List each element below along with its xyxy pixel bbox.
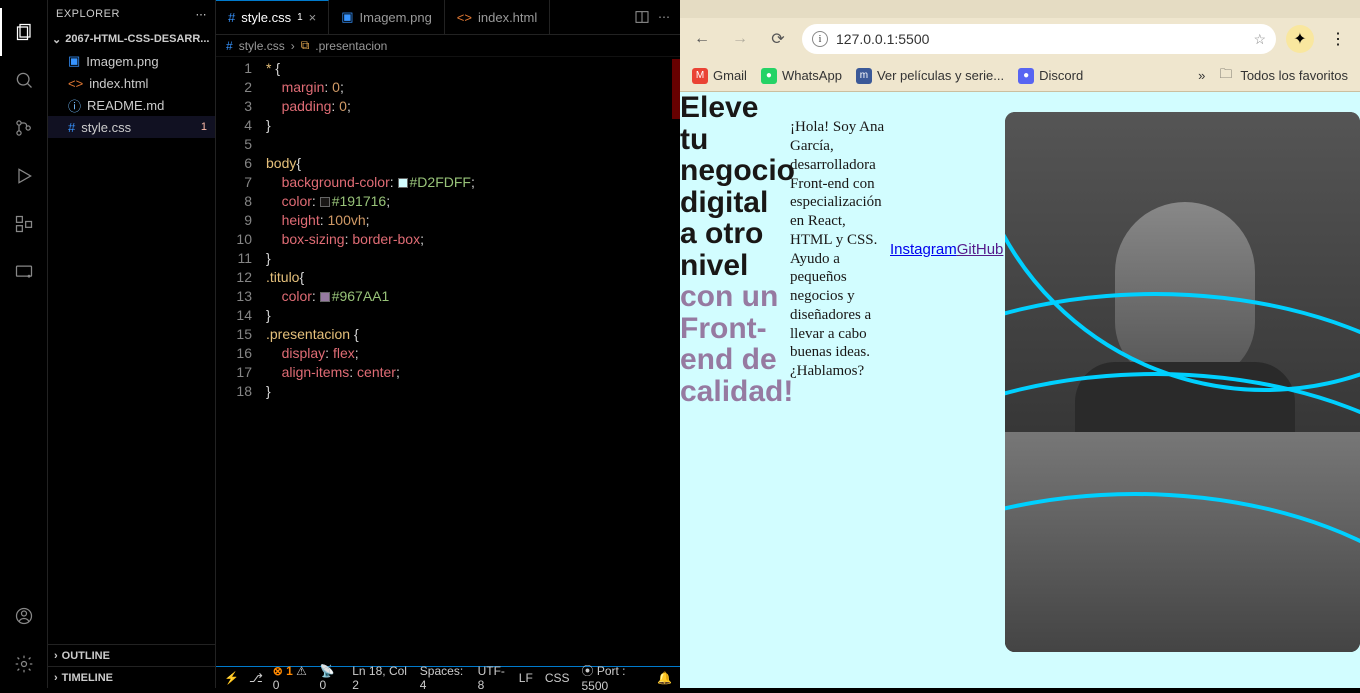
cursor-position[interactable]: Ln 18, Col 2	[352, 664, 408, 692]
tab-style.css[interactable]: #style.css1×	[216, 0, 329, 34]
bookmark-WhatsApp[interactable]: ●WhatsApp	[761, 68, 842, 84]
bookmark-Ver películas y serie...[interactable]: mVer películas y serie...	[856, 68, 1004, 84]
bookmark-Discord[interactable]: ●Discord	[1018, 68, 1083, 84]
bookmarks-overflow-icon[interactable]: »	[1198, 68, 1205, 83]
file-index.html[interactable]: <>index.html	[48, 72, 215, 94]
browser-tabstrip[interactable]	[680, 0, 1360, 18]
source-control-icon[interactable]	[0, 104, 48, 152]
back-button[interactable]: ←	[688, 25, 716, 53]
file-Imagem.png[interactable]: ▣Imagem.png	[48, 50, 215, 72]
file-style.css[interactable]: #style.css1	[48, 116, 215, 138]
remote-status[interactable]: ⚡	[224, 671, 239, 685]
timeline-section[interactable]: ›TIMELINE	[48, 666, 215, 688]
explorer-title: EXPLORER	[56, 8, 120, 20]
explorer-more-icon[interactable]: ⋯	[196, 8, 208, 21]
run-debug-icon[interactable]	[0, 152, 48, 200]
github-link[interactable]: GitHub	[957, 241, 1004, 258]
live-server-status[interactable]: ⦿ Port : 5500	[582, 662, 646, 693]
reload-button[interactable]: ⟳	[764, 25, 792, 53]
chevron-down-icon: ⌄	[52, 33, 61, 46]
problems-status[interactable]: ⊗ 1 ⚠ 0	[273, 664, 310, 692]
encoding-status[interactable]: UTF-8	[478, 664, 507, 692]
page-paragraph: ¡Hola! Soy Ana García, desarrolladora Fr…	[790, 118, 890, 381]
tab-Imagem.png[interactable]: ▣Imagem.png	[329, 0, 445, 34]
explorer-icon[interactable]	[0, 8, 48, 56]
instagram-link[interactable]: Instagram	[890, 241, 957, 258]
bookmark-Gmail[interactable]: MGmail	[692, 68, 747, 84]
title-accent: con un Front-end de calidad!	[680, 280, 793, 408]
page-title: Eleve tu negocio digital a otro nivel co…	[680, 92, 790, 407]
notifications-icon[interactable]: 🔔	[657, 671, 672, 685]
extension-icon[interactable]: ✦	[1286, 25, 1314, 53]
profile-photo	[1005, 112, 1360, 652]
file-README.md[interactable]: ⓘREADME.md	[48, 94, 215, 116]
search-icon[interactable]	[0, 56, 48, 104]
folder-icon: 🗀	[1219, 65, 1232, 87]
more-actions-icon[interactable]: ⋯	[658, 10, 670, 24]
menu-icon[interactable]: ⋮	[1324, 25, 1352, 53]
browser-window: ← → ⟳ i 127.0.0.1:5500 ☆ ✦ ⋮ MGmail ●What…	[680, 0, 1360, 688]
folder-row[interactable]: ⌄ 2067-HTML-CSS-DESARR...	[48, 28, 215, 50]
radio-tower-icon[interactable]: 📡 0	[320, 664, 341, 692]
split-editor-icon[interactable]	[634, 9, 650, 25]
tab-bar: #style.css1×▣Imagem.png<>index.html ⋯	[216, 0, 680, 35]
breadcrumb-file: style.css	[239, 39, 285, 53]
page-links: InstagramGitHub	[890, 241, 1003, 259]
breadcrumb-symbol: .presentacion	[315, 39, 387, 53]
explorer-sidebar: EXPLORER ⋯ ⌄ 2067-HTML-CSS-DESARR... ▣Im…	[48, 0, 216, 688]
extensions-icon[interactable]	[0, 200, 48, 248]
page-viewport[interactable]: Eleve tu negocio digital a otro nivel co…	[680, 92, 1360, 688]
remote-icon[interactable]	[0, 248, 48, 296]
folder-name: 2067-HTML-CSS-DESARR...	[65, 33, 209, 45]
tab-index.html[interactable]: <>index.html	[445, 0, 550, 34]
browser-toolbar: ← → ⟳ i 127.0.0.1:5500 ☆ ✦ ⋮	[680, 18, 1360, 60]
status-bar: ⚡ ⎇ ⊗ 1 ⚠ 0 📡 0 Ln 18, Col 2 Spaces: 4 U…	[216, 666, 680, 688]
git-branch[interactable]: ⎇	[249, 671, 263, 685]
forward-button[interactable]: →	[726, 25, 754, 53]
minimap[interactable]	[630, 59, 680, 666]
indent-status[interactable]: Spaces: 4	[420, 664, 466, 692]
bookmark-star-icon[interactable]: ☆	[1253, 31, 1266, 48]
overview-ruler	[672, 59, 680, 119]
outline-section[interactable]: ›OUTLINE	[48, 644, 215, 666]
vscode-window: EXPLORER ⋯ ⌄ 2067-HTML-CSS-DESARR... ▣Im…	[0, 0, 680, 688]
site-info-icon[interactable]: i	[812, 31, 828, 47]
settings-icon[interactable]	[0, 640, 48, 688]
activity-bar	[0, 0, 48, 688]
close-icon[interactable]: ×	[309, 10, 317, 25]
url-bar[interactable]: i 127.0.0.1:5500 ☆	[802, 24, 1276, 54]
breadcrumb[interactable]: # style.css › ⧉ .presentacion	[216, 35, 680, 57]
editor-area: #style.css1×▣Imagem.png<>index.html ⋯ # …	[216, 0, 680, 688]
bookmarks-bar: MGmail ●WhatsApp mVer películas y serie...…	[680, 60, 1360, 92]
url-text: 127.0.0.1:5500	[836, 31, 929, 47]
language-status[interactable]: CSS	[545, 671, 570, 685]
all-bookmarks[interactable]: Todos los favoritos	[1240, 68, 1348, 83]
explorer-header: EXPLORER ⋯	[48, 0, 215, 28]
account-icon[interactable]	[0, 592, 48, 640]
code-editor[interactable]: 123456789101112131415161718 * { margin: …	[216, 57, 680, 666]
eol-status[interactable]: LF	[519, 671, 533, 685]
